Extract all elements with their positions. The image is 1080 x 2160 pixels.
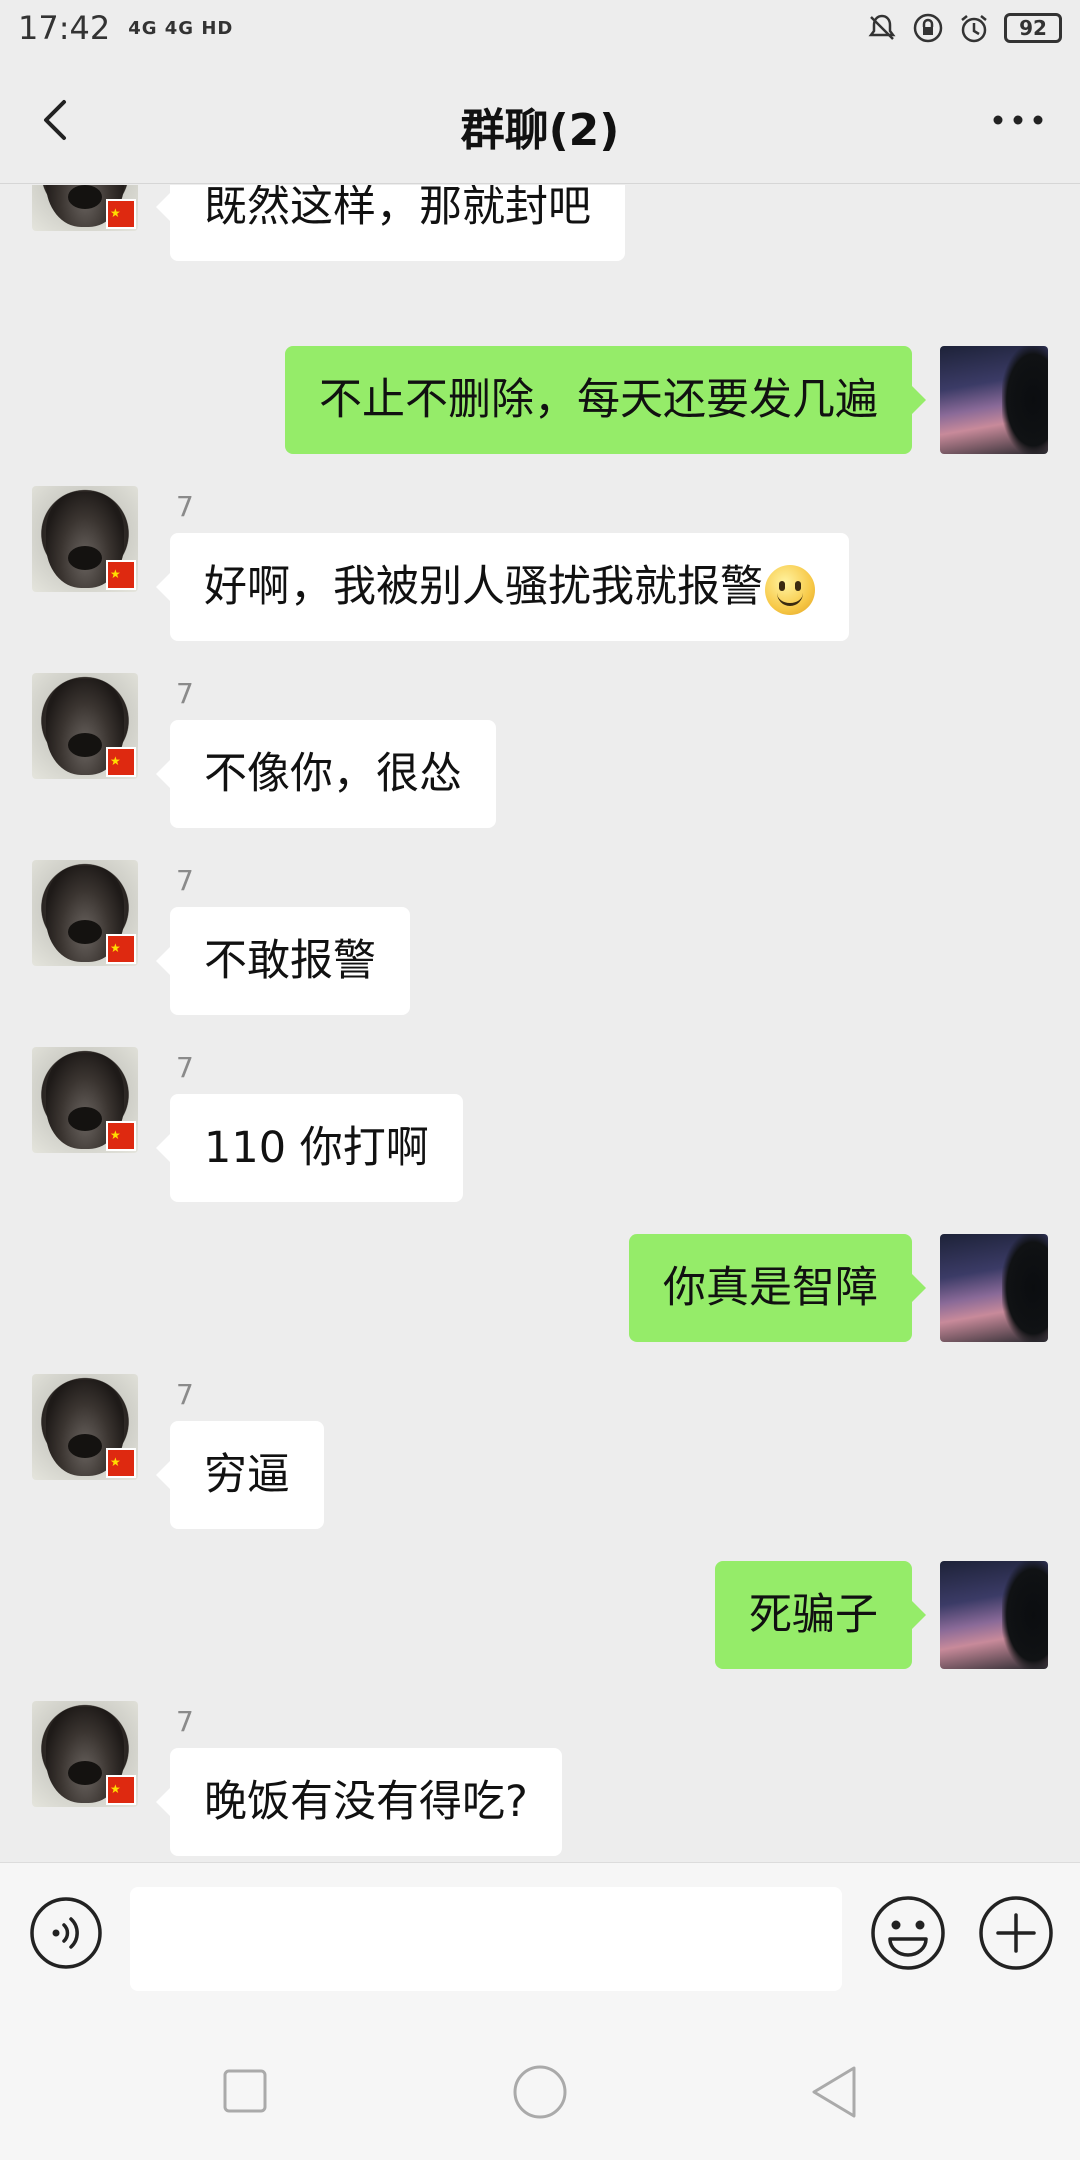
sender-name: 7 xyxy=(176,1705,194,1738)
message-input[interactable] xyxy=(130,1887,842,1991)
input-bar xyxy=(0,1862,1080,2002)
sender-name: 7 xyxy=(176,490,194,523)
sender-name: 7 xyxy=(176,1051,194,1084)
sender-name: 7 xyxy=(176,864,194,897)
message-bubble[interactable]: 不敢报警 xyxy=(156,907,410,1015)
chat-title: 群聊(2) xyxy=(460,105,620,156)
sender-name: 7 xyxy=(176,677,194,710)
emoji-icon[interactable] xyxy=(868,1893,948,1973)
message-bubble[interactable]: 死骗子 xyxy=(715,1561,926,1669)
nav-back-icon[interactable] xyxy=(808,2064,860,2120)
avatar[interactable]: ★ xyxy=(32,486,138,592)
nav-recent-icon[interactable] xyxy=(222,2068,268,2114)
battery-indicator: 92 xyxy=(1004,13,1062,43)
message-bubble[interactable]: 好啊，我被别人骚扰我就报警 xyxy=(156,533,849,641)
message-bubble[interactable]: 你真是智障 xyxy=(629,1234,926,1342)
avatar[interactable]: ★ xyxy=(32,1701,138,1807)
avatar-self[interactable] xyxy=(940,346,1048,454)
message-bubble[interactable]: 110 你打啊 xyxy=(156,1094,463,1202)
sender-name: 7 xyxy=(176,1378,194,1411)
status-bar: 17:42 4G 4G HD 92 xyxy=(0,0,1080,56)
status-icons: 92 xyxy=(866,12,1062,44)
lock-rotation-icon xyxy=(913,13,943,43)
nav-home-icon[interactable] xyxy=(512,2064,568,2120)
signal-indicator: 4G 4G HD xyxy=(128,17,234,39)
avatar[interactable]: ★ xyxy=(32,185,138,231)
message-bubble[interactable]: 穷逼 xyxy=(156,1421,324,1529)
avatar-self[interactable] xyxy=(940,1234,1048,1342)
plus-icon[interactable] xyxy=(976,1893,1056,1973)
smile-emoji xyxy=(765,564,815,615)
message-bubble[interactable]: 不像你，很怂 xyxy=(156,720,496,828)
avatar-self[interactable] xyxy=(940,1561,1048,1669)
status-time: 17:42 xyxy=(18,9,111,47)
mute-bell-icon xyxy=(868,14,896,40)
avatar[interactable]: ★ xyxy=(32,860,138,966)
avatar[interactable]: ★ xyxy=(32,1374,138,1480)
avatar[interactable]: ★ xyxy=(32,673,138,779)
message-list[interactable]: ★ 7 既然这样，那就封吧 不止不删除，每天还要发几遍 ★ 7 好啊，我被别人骚… xyxy=(0,185,1080,1862)
message-bubble[interactable]: 晚饭有没有得吃? xyxy=(156,1748,562,1856)
message-bubble[interactable]: 不止不删除，每天还要发几遍 xyxy=(285,346,926,454)
system-nav-bar xyxy=(0,2002,1080,2160)
more-icon[interactable] xyxy=(986,92,1050,148)
avatar[interactable]: ★ xyxy=(32,1047,138,1153)
message-text: 好啊，我被别人骚扰我就报警 xyxy=(204,562,763,612)
voice-icon[interactable] xyxy=(28,1895,104,1971)
alarm-icon xyxy=(961,15,987,43)
chat-header: 群聊(2) xyxy=(0,56,1080,184)
message-bubble[interactable]: 既然这样，那就封吧 xyxy=(156,185,625,261)
